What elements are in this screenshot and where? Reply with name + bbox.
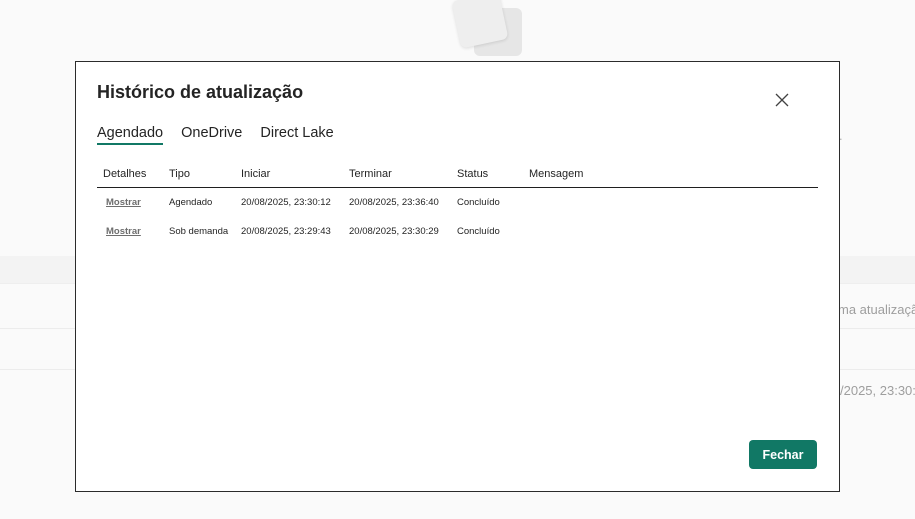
cell-type: Sob demanda — [169, 226, 229, 237]
column-header-details: Detalhes — [103, 168, 147, 180]
tab-agendado[interactable]: Agendado — [97, 125, 164, 145]
show-details-link[interactable]: Mostrar — [103, 197, 141, 208]
refresh-history-dialog: Histórico de atualização Agendado OneDri… — [75, 61, 840, 492]
history-table: Detalhes Tipo Iniciar Terminar Status Me… — [97, 161, 818, 246]
cell-end: 20/08/2025, 23:36:40 — [349, 197, 439, 208]
background-column-header: ma atualizaçã — [838, 302, 915, 317]
show-details-link[interactable]: Mostrar — [103, 226, 141, 237]
cell-end: 20/08/2025, 23:30:29 — [349, 226, 439, 237]
column-header-end: Terminar — [349, 168, 392, 180]
cell-status: Concluído — [457, 197, 500, 208]
background-illustration-icon — [451, 0, 524, 58]
cell-start: 20/08/2025, 23:30:12 — [241, 197, 331, 208]
close-icon — [775, 93, 789, 107]
tab-onedrive[interactable]: OneDrive — [181, 125, 242, 145]
cell-start: 20/08/2025, 23:29:43 — [241, 226, 331, 237]
column-header-type: Tipo — [169, 168, 190, 180]
table-header: Detalhes Tipo Iniciar Terminar Status Me… — [97, 161, 818, 188]
table-row: Mostrar Sob demanda 20/08/2025, 23:29:43… — [97, 217, 818, 246]
history-tabs: Agendado OneDrive Direct Lake — [97, 125, 334, 145]
tab-direct-lake[interactable]: Direct Lake — [260, 125, 333, 145]
dialog-title: Histórico de atualização — [97, 82, 304, 102]
background-cell: /2025, 23:30:0 — [840, 383, 915, 398]
fechar-button[interactable]: Fechar — [749, 440, 817, 469]
column-header-message: Mensagem — [529, 168, 584, 180]
column-header-status: Status — [457, 168, 489, 180]
column-header-start: Iniciar — [241, 168, 271, 180]
cell-type: Agendado — [169, 197, 213, 208]
close-dialog-button[interactable] — [770, 88, 794, 112]
cell-status: Concluído — [457, 226, 500, 237]
table-row: Mostrar Agendado 20/08/2025, 23:30:12 20… — [97, 188, 818, 217]
